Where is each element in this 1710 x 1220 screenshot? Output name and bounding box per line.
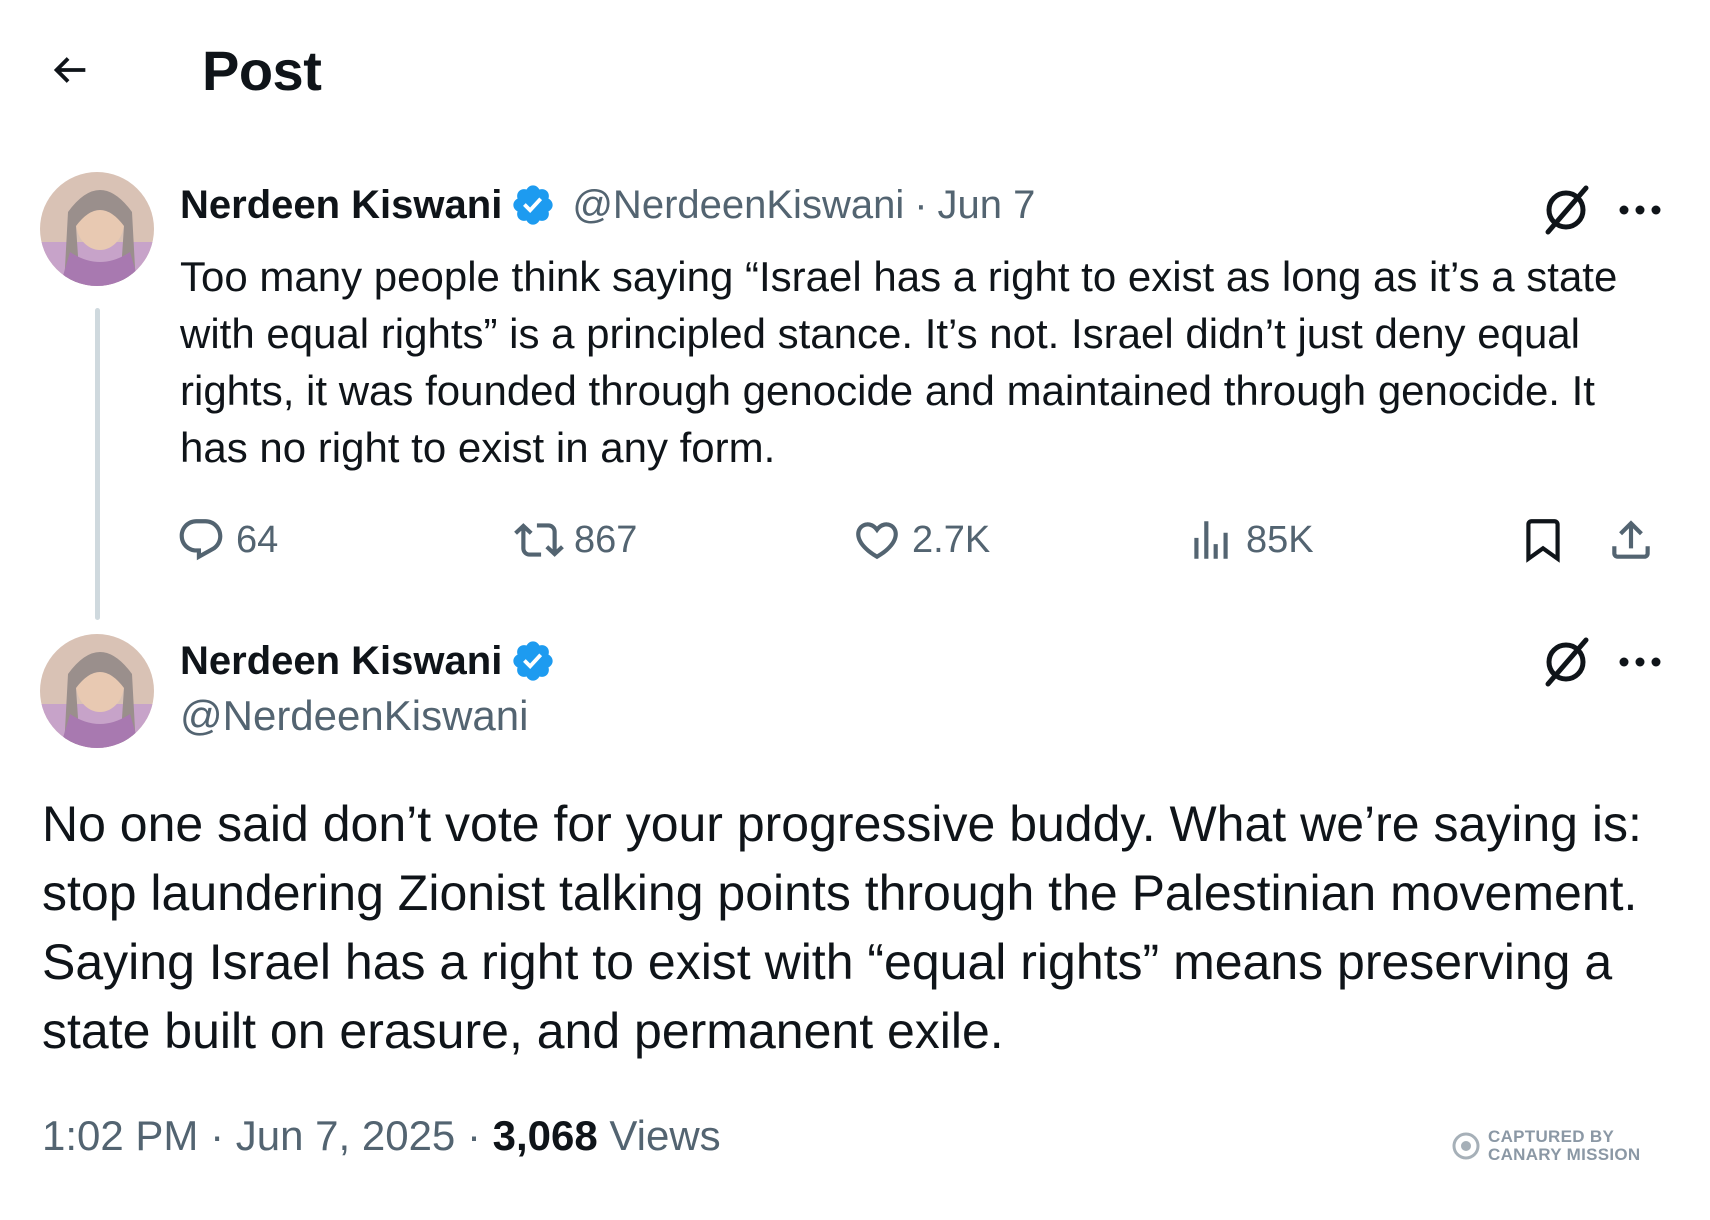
like-count: 2.7K — [912, 518, 991, 561]
views-label: Views — [609, 1112, 721, 1159]
canary-mission-logo-icon — [1452, 1132, 1480, 1160]
heart-icon — [856, 522, 898, 560]
grok-icon — [1545, 185, 1589, 235]
repost-icon — [514, 523, 564, 557]
bookmark-button[interactable] — [1518, 508, 1568, 572]
reply-icon — [179, 519, 223, 561]
grok-button[interactable] — [1538, 182, 1594, 238]
reply-button[interactable]: 64 — [176, 508, 278, 572]
post-date[interactable]: Jun 7, 2025 — [236, 1112, 456, 1159]
author-name[interactable]: Nerdeen Kiswani — [180, 639, 502, 684]
separator: · — [466, 1112, 481, 1159]
verified-badge-icon — [513, 185, 553, 225]
author-handle[interactable]: @NerdeenKiswani — [180, 692, 528, 740]
separator: · — [210, 1112, 225, 1159]
views-button[interactable]: 85K — [1186, 508, 1314, 572]
watermark-line-2: CANARY MISSION — [1488, 1145, 1641, 1164]
page-title: Post — [202, 39, 322, 102]
parent-post-text: Too many people think saying “Israel has… — [180, 253, 1618, 471]
avatar[interactable] — [40, 634, 154, 748]
reply-count: 64 — [236, 518, 279, 561]
separator: · — [914, 182, 928, 227]
more-horizontal-icon — [1619, 205, 1661, 215]
action-bar: 64 867 2.7K 85K — [176, 508, 1676, 572]
arrow-left-icon — [53, 57, 86, 83]
more-horizontal-icon — [1619, 657, 1661, 667]
main-post-text: No one said don’t vote for your progress… — [42, 796, 1642, 1059]
watermark-text: CAPTURED BY CANARY MISSION — [1488, 1128, 1641, 1164]
watermark: CAPTURED BY CANARY MISSION — [1452, 1128, 1641, 1164]
more-options-button[interactable] — [1610, 642, 1670, 682]
top-bar: Post — [0, 0, 1710, 140]
post-date[interactable]: Jun 7 — [938, 183, 1036, 228]
views-count: 85K — [1246, 518, 1314, 561]
author-name[interactable]: Nerdeen Kiswani — [180, 183, 502, 228]
post-metadata: 1:02 PM · Jun 7, 2025 · 3,068 Views — [42, 1112, 721, 1160]
share-icon — [1612, 520, 1650, 559]
author-handle[interactable]: @NerdeenKiswani — [572, 183, 904, 228]
verified-badge-icon — [513, 641, 553, 681]
repost-count: 867 — [574, 518, 638, 561]
watermark-line-1: CAPTURED BY — [1488, 1127, 1615, 1146]
analytics-icon — [1194, 521, 1228, 559]
grok-icon — [1545, 637, 1589, 687]
parent-post-header: Nerdeen Kiswani @NerdeenKiswani · Jun 7 — [180, 182, 1035, 228]
avatar-image — [40, 172, 154, 286]
views-count: 3,068 — [492, 1112, 598, 1159]
share-button[interactable] — [1606, 508, 1656, 572]
avatar[interactable] — [40, 172, 154, 286]
main-post-header: Nerdeen Kiswani — [180, 638, 556, 684]
back-button[interactable] — [40, 40, 100, 100]
repost-button[interactable]: 867 — [514, 508, 637, 572]
bookmark-icon — [1526, 519, 1560, 563]
more-options-button[interactable] — [1610, 190, 1670, 230]
like-button[interactable]: 2.7K — [852, 508, 990, 572]
grok-button[interactable] — [1538, 634, 1594, 690]
post-time[interactable]: 1:02 PM — [42, 1112, 198, 1159]
avatar-image — [40, 634, 154, 748]
thread-line — [95, 308, 100, 620]
